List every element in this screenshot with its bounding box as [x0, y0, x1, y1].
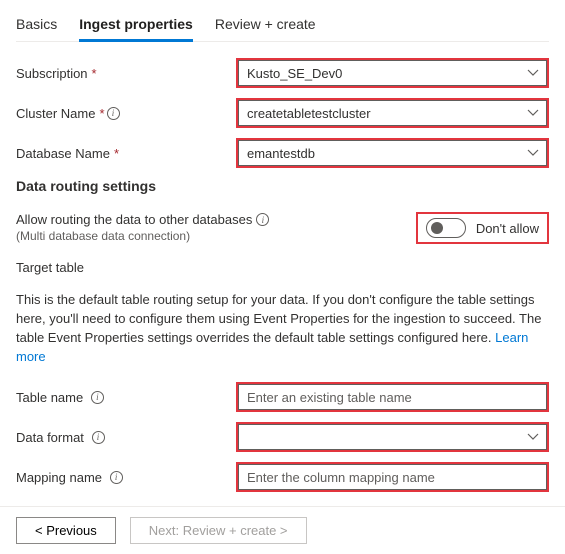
info-icon[interactable]: i — [91, 391, 104, 404]
toggle-state-label: Don't allow — [476, 221, 539, 236]
database-name-select[interactable]: emantestdb — [238, 140, 547, 166]
allow-routing-toggle[interactable] — [426, 218, 466, 238]
cluster-name-label: Cluster Name — [16, 106, 95, 121]
table-name-label: Table name — [16, 390, 83, 405]
mapping-name-label: Mapping name — [16, 470, 102, 485]
next-button[interactable]: Next: Review + create > — [130, 517, 307, 544]
required-asterisk: * — [114, 146, 119, 161]
target-table-heading: Target table — [16, 260, 549, 275]
wizard-footer: < Previous Next: Review + create > — [0, 506, 565, 554]
required-asterisk: * — [99, 106, 104, 121]
database-name-label: Database Name — [16, 146, 110, 161]
data-routing-settings-heading: Data routing settings — [16, 178, 549, 194]
required-asterisk: * — [92, 66, 97, 81]
tab-ingest-properties[interactable]: Ingest properties — [79, 10, 193, 41]
tab-basics[interactable]: Basics — [16, 10, 57, 41]
target-table-description: This is the default table routing setup … — [16, 291, 549, 366]
cluster-name-select[interactable]: createtabletestcluster — [238, 100, 547, 126]
tab-review-create[interactable]: Review + create — [215, 10, 316, 41]
data-format-label: Data format — [16, 430, 84, 445]
info-icon[interactable]: i — [256, 213, 269, 226]
allow-routing-sublabel: (Multi database data connection) — [16, 229, 269, 243]
data-format-select[interactable] — [238, 424, 547, 450]
table-name-input[interactable] — [238, 384, 547, 410]
info-icon[interactable]: i — [110, 471, 123, 484]
allow-routing-label: Allow routing the data to other database… — [16, 212, 252, 227]
subscription-label: Subscription — [16, 66, 88, 81]
previous-button[interactable]: < Previous — [16, 517, 116, 544]
info-icon[interactable]: i — [92, 431, 105, 444]
wizard-tabs: Basics Ingest properties Review + create — [16, 10, 549, 42]
info-icon[interactable]: i — [107, 107, 120, 120]
subscription-select[interactable]: Kusto_SE_Dev0 — [238, 60, 547, 86]
mapping-name-input[interactable] — [238, 464, 547, 490]
